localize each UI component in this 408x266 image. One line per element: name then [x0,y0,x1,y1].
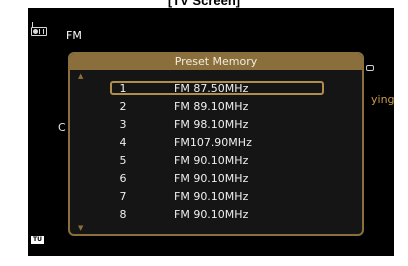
background-status-text: ying [371,93,395,106]
status-indicator-icon [366,65,374,71]
preset-item-7[interactable]: 7 FM 90.10MHz [70,188,362,206]
preset-item-5[interactable]: 5 FM 90.10MHz [70,152,362,170]
scroll-down-icon[interactable]: ▼ [78,224,83,232]
source-label: FM [66,29,82,42]
preset-frequency: FM 98.10MHz [174,118,249,131]
tuner-radio-icon [31,27,47,36]
preset-number: 3 [119,118,127,131]
preset-item-6[interactable]: 6 FM 90.10MHz [70,170,362,188]
preset-frequency: FM 87.50MHz [174,82,249,95]
preset-item-1[interactable]: 1 FM 87.50MHz [70,80,362,98]
preset-item-4[interactable]: 4 FM107.90MHz [70,134,362,152]
tu-badge: TU [31,236,44,244]
dialog-title: Preset Memory [70,54,362,70]
preset-number: 6 [119,172,127,185]
preset-memory-dialog: Preset Memory ▲ 1 FM 87.50MHz 2 FM 89.10MHz… [68,52,364,236]
preset-frequency: FM 89.10MHz [174,100,249,113]
preset-number: 5 [119,154,127,167]
preset-number: 2 [119,100,127,113]
scroll-up-icon[interactable]: ▲ [78,72,83,80]
screen-caption: [TV Screen] [167,0,241,8]
preset-item-2[interactable]: 2 FM 89.10MHz [70,98,362,116]
preset-number: 1 [119,82,127,95]
preset-item-3[interactable]: 3 FM 98.10MHz [70,116,362,134]
preset-item-8[interactable]: 8 FM 90.10MHz [70,206,362,224]
background-text-left: C [58,121,66,134]
preset-list: 1 FM 87.50MHz 2 FM 89.10MHz 3 FM 98.10MHz 4 FM1… [70,80,362,224]
preset-number: 8 [119,208,127,221]
preset-frequency: FM107.90MHz [174,136,252,149]
preset-frequency: FM 90.10MHz [174,172,249,185]
preset-number: 7 [119,190,127,203]
preset-frequency: FM 90.10MHz [174,154,249,167]
preset-frequency: FM 90.10MHz [174,190,249,203]
preset-frequency: FM 90.10MHz [174,208,249,221]
preset-number: 4 [119,136,127,149]
